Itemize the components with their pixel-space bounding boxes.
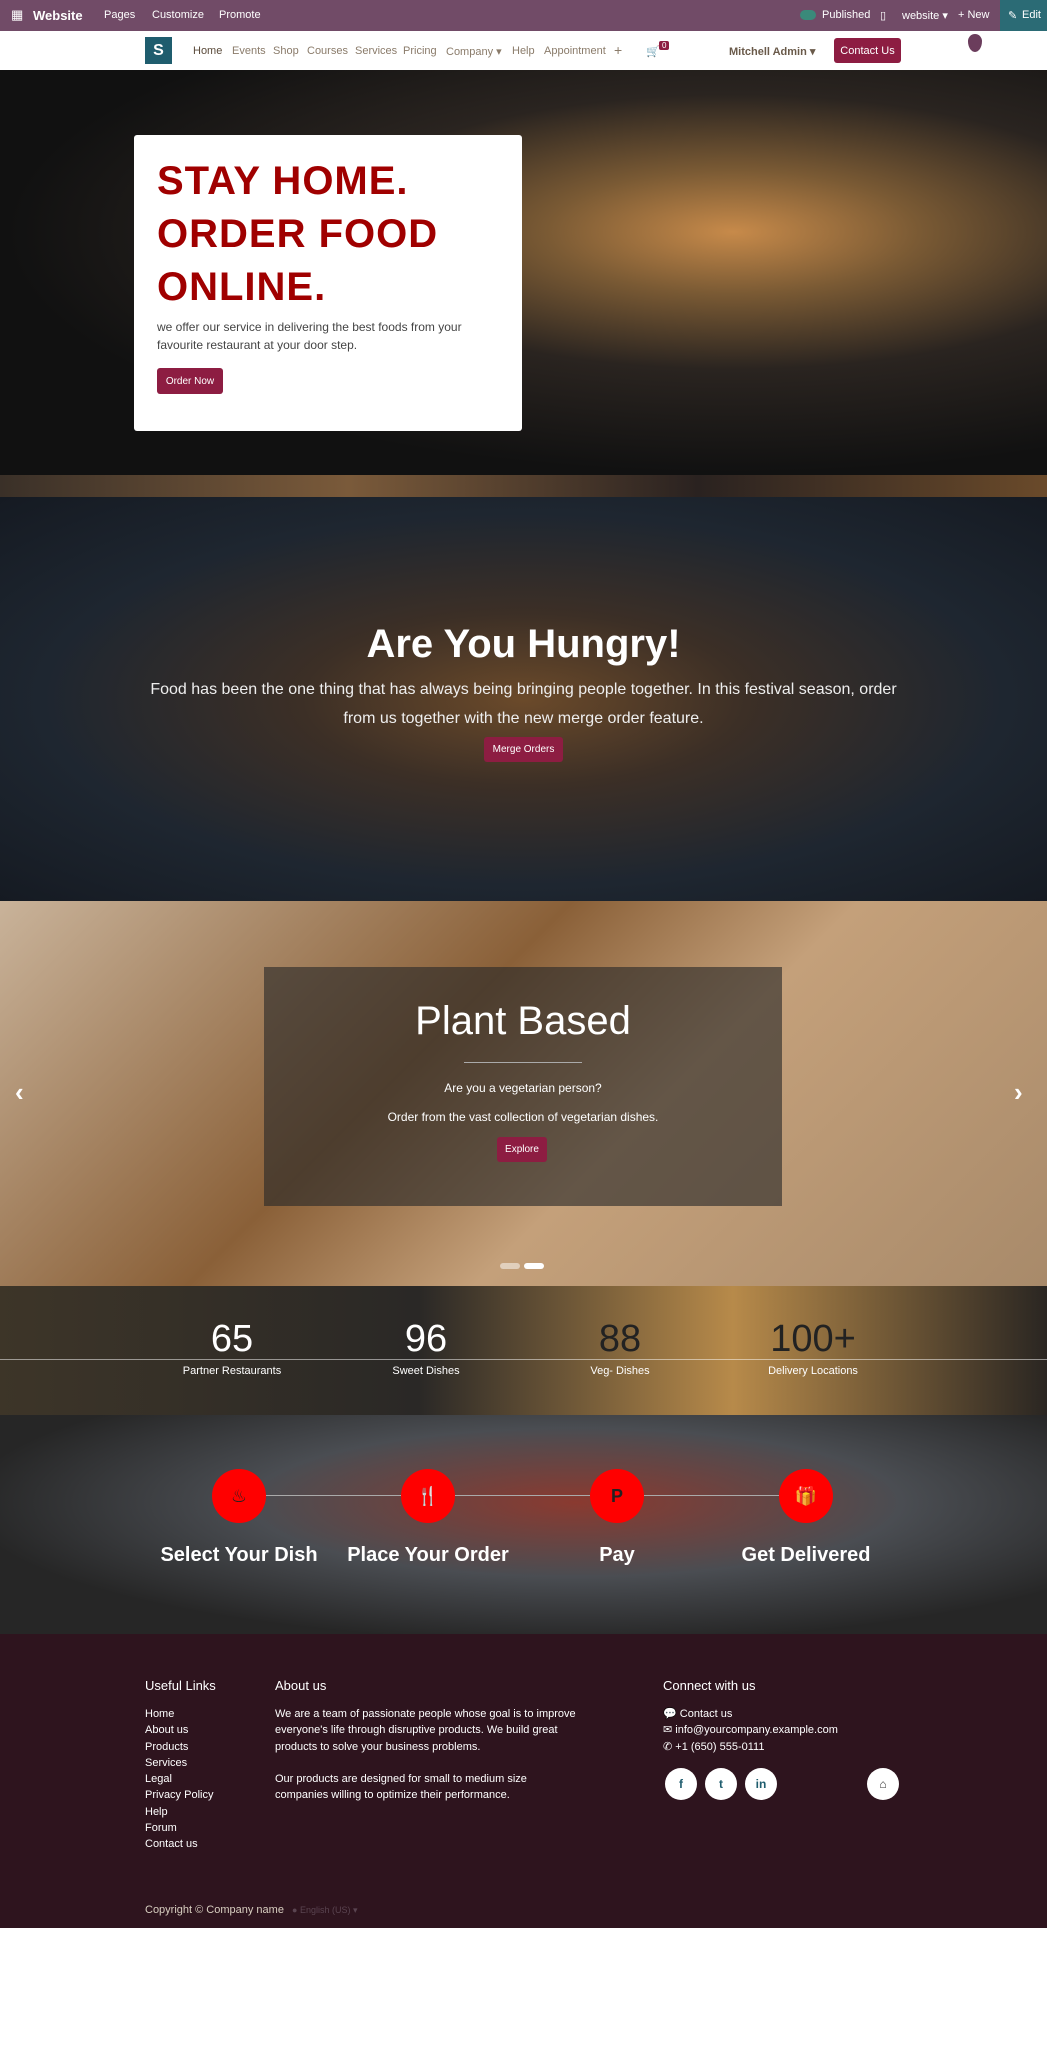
carousel-caption-box: Plant Based Are you a vegetarian person?… <box>264 967 782 1206</box>
nav-help[interactable]: Help <box>512 45 535 57</box>
footer-link-products[interactable]: Products <box>145 1739 213 1755</box>
email-link[interactable]: ✉ info@yourcompany.example.com <box>663 1722 838 1738</box>
fire-icon: ♨ <box>212 1469 266 1523</box>
step-label: Select Your Dish <box>160 1544 318 1566</box>
cart-count-badge: 0 <box>659 41 670 50</box>
carousel: Plant Based Are you a vegetarian person?… <box>0 901 1047 1286</box>
edit-hint-drop-icon <box>968 34 982 52</box>
menu-pages[interactable]: Pages <box>104 9 135 21</box>
image-strip <box>0 475 1047 497</box>
comment-icon: 💬 <box>663 1708 677 1720</box>
hungry-text: Food has been the one thing that has alw… <box>150 681 897 727</box>
stat-label: Partner Restaurants <box>182 1365 282 1377</box>
stat-value: 88 <box>598 1318 642 1360</box>
apps-grid-icon[interactable]: ▦ <box>11 7 23 23</box>
menu-customize[interactable]: Customize <box>152 9 204 21</box>
website-switcher[interactable]: website ▾ <box>902 9 948 22</box>
footer-link-about[interactable]: About us <box>145 1722 213 1738</box>
published-toggle[interactable] <box>800 10 816 20</box>
steps-section <box>0 1415 1047 1634</box>
step-label: Pay <box>599 1544 635 1566</box>
hero-card: STAY HOME. ORDER FOOD ONLINE. we offer our… <box>134 135 522 431</box>
explore-button[interactable]: Explore <box>497 1137 547 1162</box>
published-label: Published <box>822 9 871 21</box>
nav-shop[interactable]: Shop <box>273 45 299 57</box>
edit-button[interactable]: ✎ Edit <box>1000 0 1047 31</box>
add-menu-icon[interactable]: + <box>614 42 622 58</box>
stat-value: 96 <box>404 1318 448 1360</box>
about-text-1: We are a team of passionate people whose… <box>275 1708 576 1753</box>
main-navbar: S Home Events Shop Courses Services Pric… <box>0 31 1047 70</box>
nav-home[interactable]: Home <box>193 45 222 57</box>
twitter-icon[interactable]: t <box>705 1768 737 1800</box>
carousel-line1: Are you a vegetarian person? <box>444 1081 602 1095</box>
footer-link-legal[interactable]: Legal <box>145 1771 213 1787</box>
nav-events[interactable]: Events <box>232 45 266 57</box>
linkedin-icon[interactable]: in <box>745 1768 777 1800</box>
cart-icon[interactable]: 🛒 <box>646 45 660 58</box>
hungry-title: Are You Hungry! <box>366 622 681 666</box>
carousel-next-arrow-icon[interactable]: › <box>1014 1077 1023 1108</box>
stat-value: 100+ <box>770 1318 856 1360</box>
mobile-preview-icon[interactable]: ▯ <box>880 9 886 22</box>
site-logo[interactable]: S <box>145 37 172 64</box>
pencil-icon: ✎ <box>1008 10 1018 22</box>
footer-link-help[interactable]: Help <box>145 1804 213 1820</box>
home-icon[interactable]: ⌂ <box>867 1768 899 1800</box>
useful-links-list: Home About us Products Services Legal Pr… <box>145 1706 213 1853</box>
user-menu[interactable]: Mitchell Admin ▾ <box>729 45 815 58</box>
stat-label: Delivery Locations <box>768 1365 858 1377</box>
carousel-prev-arrow-icon[interactable]: ‹ <box>15 1077 24 1108</box>
phone-text: ✆ +1 (650) 555-0111 <box>663 1740 765 1753</box>
carousel-line2: Order from the vast collection of vegeta… <box>387 1110 659 1124</box>
carousel-indicator-2[interactable] <box>524 1263 544 1269</box>
step-label: Place Your Order <box>347 1544 509 1566</box>
merge-orders-button[interactable]: Merge Orders <box>484 737 563 762</box>
facebook-icon[interactable]: f <box>665 1768 697 1800</box>
divider <box>464 1062 582 1063</box>
steps-connector-line <box>239 1495 806 1496</box>
carousel-indicator-1[interactable] <box>500 1263 520 1269</box>
language-selector[interactable]: ● English (US) ▾ <box>292 1902 357 1918</box>
footer-link-contact[interactable]: Contact us <box>145 1836 213 1852</box>
copyright: Copyright © Company name <box>145 1904 284 1916</box>
footer-link-services[interactable]: Services <box>145 1755 213 1771</box>
step-label: Get Delivered <box>741 1544 871 1566</box>
gift-icon: 🎁 <box>779 1469 833 1523</box>
nav-courses[interactable]: Courses <box>307 45 348 57</box>
hero-title: STAY HOME. ORDER FOOD ONLINE. <box>157 159 439 309</box>
contact-list: 💬 Contact us ✉ info@yourcompany.example.… <box>663 1706 838 1755</box>
hero-text: we offer our service in delivering the b… <box>157 320 462 352</box>
nav-appointment[interactable]: Appointment <box>544 45 606 57</box>
hungry-section: Are You Hungry! Food has been the one th… <box>0 497 1047 902</box>
footer-link-forum[interactable]: Forum <box>145 1820 213 1836</box>
app-name[interactable]: Website <box>33 8 83 23</box>
footer: Useful Links Home About us Products Serv… <box>0 1634 1047 1928</box>
order-now-button[interactable]: Order Now <box>157 368 223 394</box>
paypal-icon: P <box>590 1469 644 1523</box>
phone-icon: ✆ <box>663 1740 673 1753</box>
contact-link[interactable]: 💬 Contact us <box>663 1706 838 1722</box>
carousel-title: Plant Based <box>415 999 631 1043</box>
stat-value: 65 <box>210 1318 254 1360</box>
admin-topbar: ▦ Website Pages Customize Promote Publis… <box>0 0 1047 31</box>
footer-link-privacy[interactable]: Privacy Policy <box>145 1787 213 1803</box>
connect-title: Connect with us <box>663 1678 756 1693</box>
cutlery-icon: 🍴 <box>401 1469 455 1523</box>
nav-company[interactable]: Company ▾ <box>446 45 502 58</box>
menu-promote[interactable]: Promote <box>219 9 261 21</box>
footer-link-home[interactable]: Home <box>145 1706 213 1722</box>
useful-links-title: Useful Links <box>145 1678 216 1693</box>
nav-pricing[interactable]: Pricing <box>403 45 437 57</box>
stat-label: Sweet Dishes <box>392 1365 460 1377</box>
new-button[interactable]: + New <box>958 9 990 21</box>
about-text-2: Our products are designed for small to m… <box>275 1773 527 1802</box>
stat-label: Veg- Dishes <box>590 1365 650 1377</box>
contact-us-button[interactable]: Contact Us <box>834 38 901 63</box>
nav-services[interactable]: Services <box>355 45 397 57</box>
about-title: About us <box>275 1678 327 1693</box>
envelope-icon: ✉ <box>663 1724 673 1737</box>
